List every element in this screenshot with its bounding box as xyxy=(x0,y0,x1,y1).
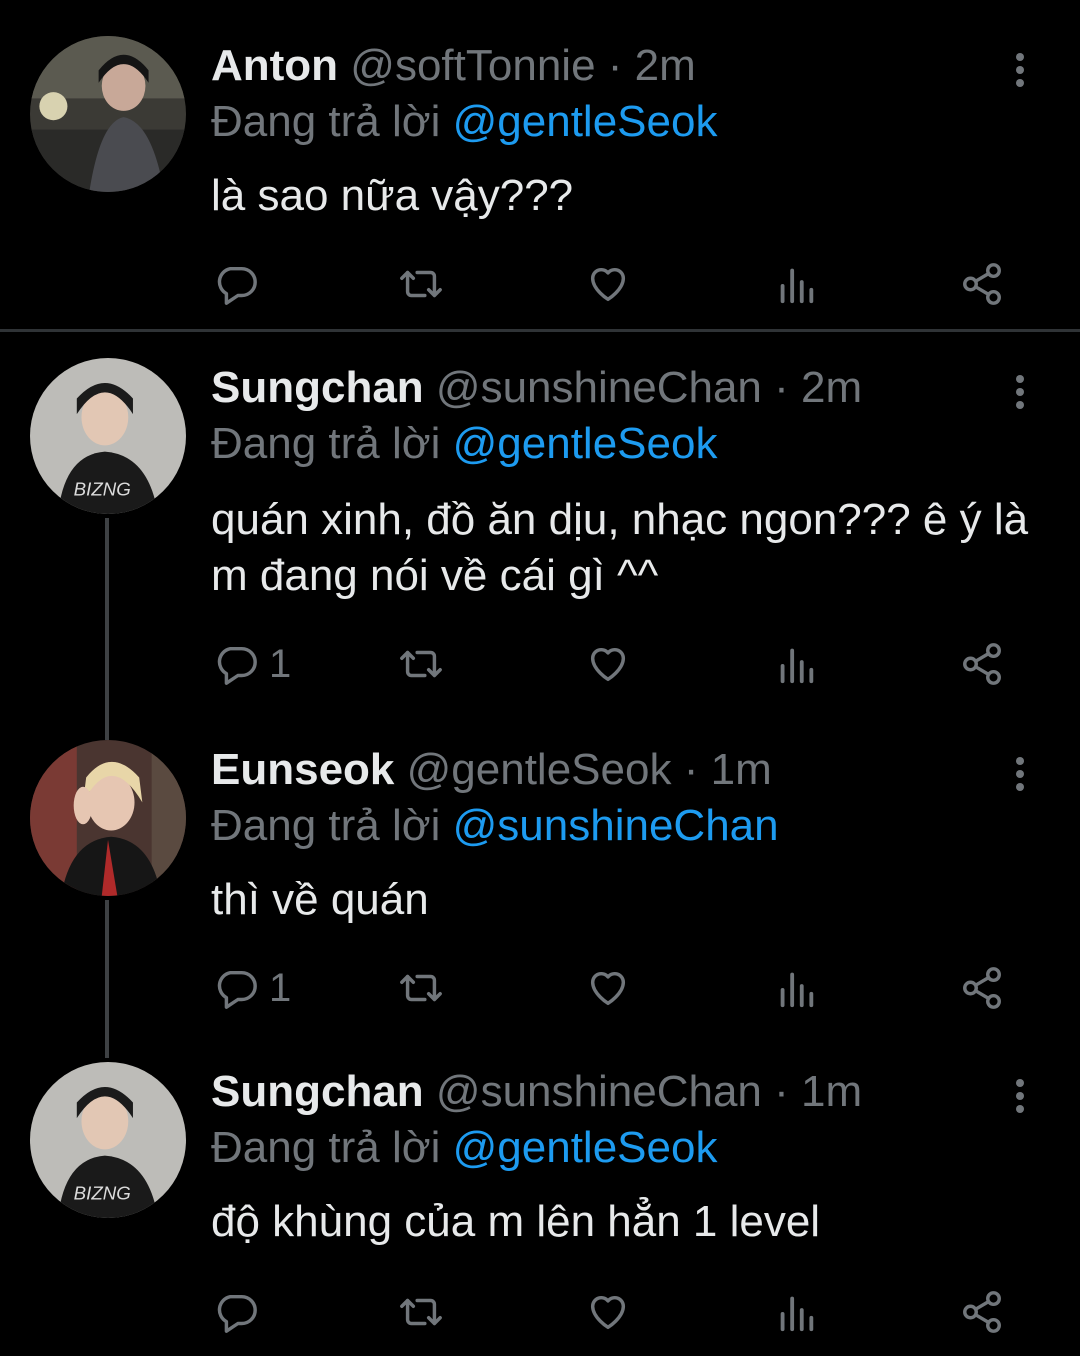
reply-count: 1 xyxy=(269,965,292,1010)
reply-button[interactable] xyxy=(213,1282,269,1342)
reply-icon xyxy=(217,266,257,305)
timestamp[interactable]: 1m xyxy=(711,745,772,794)
tweet[interactable]: BIZNG Sungchan @sunshineChan · 2m Đang t… xyxy=(0,358,1080,698)
tweet-header: Sungchan @sunshineChan · 2m xyxy=(211,358,862,418)
mention-link[interactable]: @gentleSeok xyxy=(453,97,718,146)
reply-icon xyxy=(217,1294,257,1333)
reply-icon xyxy=(217,646,257,685)
more-options-icon[interactable] xyxy=(1000,372,1040,412)
timestamp[interactable]: 2m xyxy=(801,363,862,412)
tweet-text: độ khùng của m lên hẳn 1 level xyxy=(211,1197,821,1246)
tweet-header: Anton @softTonnie · 2m xyxy=(211,36,696,96)
replying-prefix: Đang trả lời xyxy=(211,801,441,850)
replying-to: Đang trả lời @sunshineChan xyxy=(211,796,779,856)
svg-text:BIZNG: BIZNG xyxy=(74,478,131,499)
mention-link[interactable]: @gentleSeok xyxy=(453,419,718,468)
replying-to: Đang trả lời @gentleSeok xyxy=(211,414,717,474)
retweet-icon xyxy=(400,974,442,1002)
handle[interactable]: @gentleSeok xyxy=(407,745,672,794)
like-button[interactable] xyxy=(585,958,631,1018)
tweet-text: là sao nữa vậy??? xyxy=(211,171,574,220)
handle[interactable]: @sunshineChan xyxy=(436,363,762,412)
share-icon xyxy=(963,263,1001,305)
share-icon xyxy=(963,643,1001,685)
retweet-button[interactable] xyxy=(398,1282,444,1342)
reply-icon xyxy=(217,970,257,1009)
display-name[interactable]: Sungchan xyxy=(211,363,424,412)
tweet-text: thì về quán xyxy=(211,875,429,924)
tweet-header: Sungchan @sunshineChan · 1m xyxy=(211,1062,862,1122)
avatar[interactable] xyxy=(30,36,186,192)
share-button[interactable] xyxy=(959,634,1005,694)
views-button[interactable] xyxy=(773,254,819,314)
retweet-button[interactable] xyxy=(398,958,444,1018)
separator: · xyxy=(774,1067,789,1116)
like-icon xyxy=(590,267,626,302)
separator: · xyxy=(607,41,623,90)
divider xyxy=(0,329,1080,332)
retweet-icon xyxy=(400,1298,442,1326)
views-button[interactable] xyxy=(773,958,819,1018)
more-options-icon[interactable] xyxy=(1000,754,1040,794)
views-icon xyxy=(780,268,814,304)
retweet-icon xyxy=(400,650,442,678)
display-name[interactable]: Eunseok xyxy=(211,745,394,794)
avatar[interactable]: BIZNG xyxy=(30,1062,186,1218)
separator: · xyxy=(683,745,699,794)
display-name[interactable]: Anton xyxy=(211,41,338,90)
reply-count: 1 xyxy=(269,641,292,686)
reply-button[interactable] xyxy=(213,254,269,314)
more-options-icon[interactable] xyxy=(1000,50,1040,90)
share-button[interactable] xyxy=(959,254,1005,314)
replying-prefix: Đang trả lời xyxy=(211,97,441,146)
action-bar xyxy=(0,254,1080,314)
action-bar: 1 xyxy=(0,634,1080,694)
timestamp[interactable]: 2m xyxy=(635,41,696,90)
share-button[interactable] xyxy=(959,1282,1005,1342)
more-options-icon[interactable] xyxy=(1000,1076,1040,1116)
tweet[interactable]: Eunseok @gentleSeok · 1m Đang trả lời @s… xyxy=(0,740,1080,1030)
views-button[interactable] xyxy=(773,1282,819,1342)
share-button[interactable] xyxy=(959,958,1005,1018)
handle[interactable]: @softTonnie xyxy=(350,41,595,90)
action-bar xyxy=(0,1282,1080,1342)
replying-prefix: Đang trả lời xyxy=(211,1123,441,1172)
reply-button[interactable]: 1 xyxy=(213,634,291,694)
replying-to: Đang trả lời @gentleSeok xyxy=(211,92,717,152)
like-button[interactable] xyxy=(585,1282,631,1342)
views-icon xyxy=(780,1296,814,1332)
avatar[interactable] xyxy=(30,740,186,896)
retweet-icon xyxy=(400,270,442,298)
views-icon xyxy=(780,972,814,1008)
mention-link[interactable]: @gentleSeok xyxy=(453,1123,718,1172)
like-icon xyxy=(590,971,626,1006)
tweet[interactable]: BIZNG Sungchan @sunshineChan · 1m Đang t… xyxy=(0,1062,1080,1352)
replying-prefix: Đang trả lời xyxy=(211,419,441,468)
like-button[interactable] xyxy=(585,634,631,694)
replying-to: Đang trả lời @gentleSeok xyxy=(211,1118,717,1178)
reply-button[interactable]: 1 xyxy=(213,958,291,1018)
share-icon xyxy=(963,1291,1001,1333)
tweet-header: Eunseok @gentleSeok · 1m xyxy=(211,740,772,800)
svg-text:BIZNG: BIZNG xyxy=(74,1182,131,1203)
display-name[interactable]: Sungchan xyxy=(211,1067,424,1116)
separator: · xyxy=(774,363,789,412)
retweet-button[interactable] xyxy=(398,254,444,314)
views-icon xyxy=(780,648,814,684)
action-bar: 1 xyxy=(0,958,1080,1018)
like-icon xyxy=(590,1295,626,1330)
tweet-text: quán xinh, đồ ăn dịu, nhạc ngon??? ê ý l… xyxy=(211,495,1029,600)
like-button[interactable] xyxy=(585,254,631,314)
mention-link[interactable]: @sunshineChan xyxy=(453,801,779,850)
timestamp[interactable]: 1m xyxy=(801,1067,862,1116)
share-icon xyxy=(963,967,1001,1009)
tweet[interactable]: Anton @softTonnie · 2m Đang trả lời @gen… xyxy=(0,36,1080,326)
avatar[interactable]: BIZNG xyxy=(30,358,186,514)
handle[interactable]: @sunshineChan xyxy=(436,1067,762,1116)
retweet-button[interactable] xyxy=(398,634,444,694)
views-button[interactable] xyxy=(773,634,819,694)
like-icon xyxy=(590,647,626,682)
